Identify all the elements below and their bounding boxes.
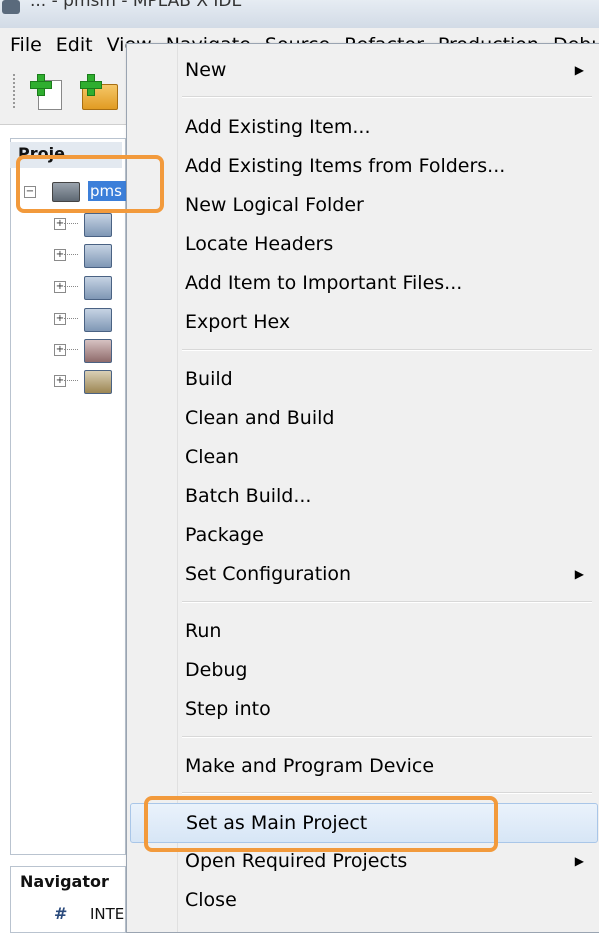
tree-connector <box>64 254 78 255</box>
expand-icon[interactable]: + <box>54 344 66 356</box>
window-title: ... - pmsm - MPLAB X IDE <box>30 0 243 11</box>
menu-separator <box>182 349 592 351</box>
tree-connector <box>64 380 78 381</box>
tree-connector <box>64 318 78 319</box>
menu-separator <box>182 736 592 738</box>
menu-item-package[interactable]: Package <box>130 516 596 554</box>
menu-item-label: New Logical Folder <box>185 194 364 216</box>
menu-item-label: Close <box>185 889 237 911</box>
menu-item-label: Build <box>185 368 233 390</box>
menu-item-locate-headers[interactable]: Locate Headers <box>130 225 596 263</box>
new-project-button[interactable] <box>78 72 118 112</box>
important-folder-icon <box>84 244 112 268</box>
menu-item-add-item-to-important-files[interactable]: Add Item to Important Files... <box>130 264 596 302</box>
toolbar-grip[interactable] <box>13 74 15 110</box>
menu-item-label: Clean <box>185 446 239 468</box>
menu-item-debug[interactable]: Debug <box>130 651 596 689</box>
expand-icon[interactable]: + <box>54 218 66 230</box>
expand-icon[interactable]: + <box>54 313 66 325</box>
window-title-bar: ... - pmsm - MPLAB X IDE <box>0 0 599 28</box>
menu-item-label: Debug <box>185 659 248 681</box>
loadables-folder-icon <box>84 370 112 394</box>
menu-item-make-and-program-device[interactable]: Make and Program Device <box>130 747 596 785</box>
tree-node-linker-files[interactable]: + <box>52 273 122 303</box>
menu-item-new-logical-folder[interactable]: New Logical Folder <box>130 186 596 224</box>
menu-item-label: Add Item to Important Files... <box>185 272 463 294</box>
tree-node-loadables[interactable]: + <box>52 367 122 397</box>
menu-item-label: Locate Headers <box>185 233 334 255</box>
menu-item-label: Batch Build... <box>185 485 312 507</box>
menu-item-new[interactable]: New ▶ <box>130 51 596 89</box>
menu-edit[interactable]: Edit <box>56 34 93 56</box>
menu-item-label: Step into <box>185 698 271 720</box>
tree-connector <box>64 286 78 287</box>
tree-node-header-files[interactable]: + <box>52 210 122 240</box>
menu-item-close[interactable]: Close <box>130 881 596 919</box>
set-main-project-highlight-callout <box>144 796 498 852</box>
tree-node-source-files[interactable]: + <box>52 305 122 335</box>
menu-item-label: Clean and Build <box>185 407 335 429</box>
menu-item-run[interactable]: Run <box>130 612 596 650</box>
menu-item-set-configuration[interactable]: Set Configuration ▶ <box>130 555 596 593</box>
tree-connector <box>64 349 78 350</box>
menu-item-label: Package <box>185 524 264 546</box>
expand-icon[interactable]: + <box>54 281 66 293</box>
submenu-arrow-icon: ▶ <box>574 854 584 868</box>
menu-item-label: Make and Program Device <box>185 755 435 777</box>
libraries-folder-icon <box>84 339 112 363</box>
folder-icon <box>84 308 112 332</box>
menu-separator <box>182 601 592 603</box>
submenu-arrow-icon: ▶ <box>574 63 584 77</box>
submenu-arrow-icon: ▶ <box>574 567 584 581</box>
hash-define-icon: # <box>54 904 68 923</box>
project-highlight-callout <box>16 155 164 213</box>
plus-icon <box>80 74 102 96</box>
folder-icon <box>84 276 112 300</box>
expand-icon[interactable]: + <box>54 249 66 261</box>
tree-node-libraries[interactable]: + <box>52 336 122 366</box>
folder-icon <box>84 213 112 237</box>
menu-item-export-hex[interactable]: Export Hex <box>130 303 596 341</box>
menu-item-label: Add Existing Item... <box>185 116 371 138</box>
menu-item-clean[interactable]: Clean <box>130 438 596 476</box>
tree-connector <box>64 223 78 224</box>
tree-node-important-files[interactable]: + <box>52 241 122 271</box>
new-file-button[interactable] <box>28 72 68 112</box>
menu-item-add-existing-item[interactable]: Add Existing Item... <box>130 108 596 146</box>
menu-item-label: Run <box>185 620 222 642</box>
menu-item-step-into[interactable]: Step into <box>130 690 596 728</box>
navigator-item[interactable]: INTE <box>90 905 124 923</box>
menu-item-add-existing-items-from-folders[interactable]: Add Existing Items from Folders... <box>130 147 596 185</box>
expand-icon[interactable]: + <box>54 375 66 387</box>
menu-item-label: New <box>185 59 227 81</box>
menu-separator <box>182 792 592 794</box>
navigator-title[interactable]: Navigator <box>20 872 109 891</box>
menu-item-label: Export Hex <box>185 311 291 333</box>
menu-item-label: Add Existing Items from Folders... <box>185 155 506 177</box>
app-icon <box>2 0 20 14</box>
menu-item-batch-build[interactable]: Batch Build... <box>130 477 596 515</box>
menu-item-build[interactable]: Build <box>130 360 596 398</box>
menu-item-clean-and-build[interactable]: Clean and Build <box>130 399 596 437</box>
menu-file[interactable]: File <box>10 34 42 56</box>
menu-separator <box>182 96 592 98</box>
menu-item-label: Set Configuration <box>185 563 352 585</box>
plus-icon <box>30 74 52 96</box>
